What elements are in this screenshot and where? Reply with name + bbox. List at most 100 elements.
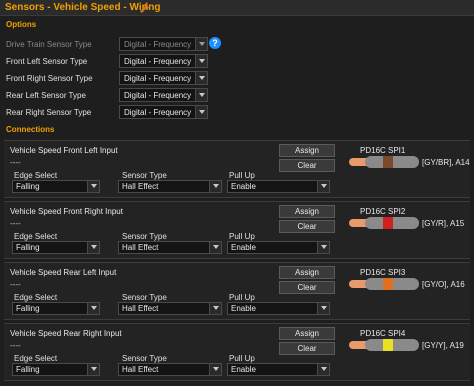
chevron-down-icon[interactable] <box>209 242 221 253</box>
connection-panel-rear-right: Vehicle Speed Rear Right Input ---- Edge… <box>4 323 470 381</box>
assign-button[interactable]: Assign <box>279 205 335 218</box>
connection-panel-front-left: Vehicle Speed Front Left Input ---- Edge… <box>4 140 470 198</box>
chevron-down-icon[interactable] <box>195 106 207 118</box>
select-value: Digital - Frequency <box>124 108 192 117</box>
option-row-rear-right: Rear Right Sensor Type Digital - Frequen… <box>0 105 474 120</box>
chevron-down-icon[interactable] <box>87 364 99 375</box>
front-left-sensor-type-select[interactable]: Digital - Frequency <box>119 54 208 68</box>
assigned-pin-value: ---- <box>10 158 21 167</box>
pull-up-dropdown[interactable]: Enable <box>227 241 330 254</box>
option-row-rear-left: Rear Left Sensor Type Digital - Frequenc… <box>0 88 474 103</box>
clear-button[interactable]: Clear <box>279 342 335 355</box>
sensor-type-dropdown[interactable]: Hall Effect <box>118 241 222 254</box>
sensor-type-label: Sensor Type <box>122 354 167 363</box>
front-right-sensor-type-select[interactable]: Digital - Frequency <box>119 71 208 85</box>
select-value: Digital - Frequency <box>124 91 192 100</box>
connection-title: Vehicle Speed Front Left Input <box>10 146 118 155</box>
sensor-type-label: Sensor Type <box>122 293 167 302</box>
pull-up-dropdown[interactable]: Enable <box>227 180 330 193</box>
chevron-down-icon[interactable] <box>87 303 99 314</box>
chevron-down-icon[interactable] <box>209 364 221 375</box>
chevron-down-icon[interactable] <box>317 303 329 314</box>
pull-up-dropdown[interactable]: Enable <box>227 363 330 376</box>
select-value: Falling <box>16 243 40 252</box>
select-value: Falling <box>16 365 40 374</box>
assign-button[interactable]: Assign <box>279 266 335 279</box>
wire-graphic <box>349 339 419 351</box>
chevron-down-icon[interactable] <box>317 181 329 192</box>
assign-button[interactable]: Assign <box>279 327 335 340</box>
edge-select-dropdown[interactable]: Falling <box>12 363 100 376</box>
wire-graphic <box>349 278 419 290</box>
edge-select-label: Edge Select <box>14 232 58 241</box>
help-icon[interactable]: ? <box>209 37 221 49</box>
drive-train-sensor-type-select[interactable]: Digital - Frequency <box>119 37 208 51</box>
sensor-type-label: Sensor Type <box>122 232 167 241</box>
assigned-pin-value: ---- <box>10 219 21 228</box>
option-row-front-right: Front Right Sensor Type Digital - Freque… <box>0 71 474 86</box>
chevron-down-icon[interactable] <box>209 181 221 192</box>
sensor-type-label: Sensor Type <box>122 171 167 180</box>
select-value: Enable <box>231 304 256 313</box>
pin-reference: [GY/R], A15 <box>422 219 465 228</box>
select-value: Digital - Frequency <box>124 40 192 49</box>
select-value: Enable <box>231 365 256 374</box>
pull-up-label: Pull Up <box>229 354 255 363</box>
title-bar: Sensors - Vehicle Speed - Wiring <box>0 0 474 16</box>
chevron-down-icon[interactable] <box>195 89 207 101</box>
select-value: Hall Effect <box>122 304 159 313</box>
clear-button[interactable]: Clear <box>279 220 335 233</box>
sensor-type-dropdown[interactable]: Hall Effect <box>118 363 222 376</box>
pull-up-label: Pull Up <box>229 171 255 180</box>
edge-select-dropdown[interactable]: Falling <box>12 241 100 254</box>
chevron-down-icon[interactable] <box>87 242 99 253</box>
option-label: Drive Train Sensor Type <box>6 40 92 49</box>
select-value: Enable <box>231 182 256 191</box>
sensor-type-dropdown[interactable]: Hall Effect <box>118 180 222 193</box>
chevron-down-icon[interactable] <box>317 364 329 375</box>
sensor-type-dropdown[interactable]: Hall Effect <box>118 302 222 315</box>
assign-button[interactable]: Assign <box>279 144 335 157</box>
pull-up-dropdown[interactable]: Enable <box>227 302 330 315</box>
connection-panel-front-right: Vehicle Speed Front Right Input ---- Edg… <box>4 201 470 259</box>
chevron-down-icon[interactable] <box>195 72 207 84</box>
select-value: Falling <box>16 182 40 191</box>
edge-select-dropdown[interactable]: Falling <box>12 302 100 315</box>
chevron-down-icon[interactable] <box>195 38 207 50</box>
connections-section-label: Connections <box>6 125 55 134</box>
option-row-front-left: Front Left Sensor Type Digital - Frequen… <box>0 54 474 69</box>
chevron-down-icon[interactable] <box>87 181 99 192</box>
connection-title: Vehicle Speed Rear Right Input <box>10 329 122 338</box>
clear-button[interactable]: Clear <box>279 281 335 294</box>
edge-select-dropdown[interactable]: Falling <box>12 180 100 193</box>
option-label: Front Left Sensor Type <box>6 57 88 66</box>
assigned-pin-value: ---- <box>10 341 21 350</box>
options-section-label: Options <box>6 20 37 29</box>
wrench-icon <box>138 1 152 17</box>
option-label: Rear Left Sensor Type <box>6 91 86 100</box>
select-value: Digital - Frequency <box>124 57 192 66</box>
chevron-down-icon[interactable] <box>209 303 221 314</box>
wire-graphic <box>349 156 419 168</box>
option-label: Front Right Sensor Type <box>6 74 93 83</box>
option-row-drive-train: Drive Train Sensor Type Digital - Freque… <box>0 37 474 52</box>
rear-left-sensor-type-select[interactable]: Digital - Frequency <box>119 88 208 102</box>
pin-reference: [GY/O], A16 <box>422 280 465 289</box>
edge-select-label: Edge Select <box>14 293 58 302</box>
select-value: Falling <box>16 304 40 313</box>
select-value: Hall Effect <box>122 243 159 252</box>
connection-panel-rear-left: Vehicle Speed Rear Left Input ---- Edge … <box>4 262 470 320</box>
select-value: Hall Effect <box>122 365 159 374</box>
select-value: Enable <box>231 243 256 252</box>
wire-graphic <box>349 217 419 229</box>
option-label: Rear Right Sensor Type <box>6 108 92 117</box>
pull-up-label: Pull Up <box>229 293 255 302</box>
chevron-down-icon[interactable] <box>317 242 329 253</box>
rear-right-sensor-type-select[interactable]: Digital - Frequency <box>119 105 208 119</box>
assigned-pin-value: ---- <box>10 280 21 289</box>
pin-reference: [GY/Y], A19 <box>422 341 464 350</box>
clear-button[interactable]: Clear <box>279 159 335 172</box>
select-value: Digital - Frequency <box>124 74 192 83</box>
chevron-down-icon[interactable] <box>195 55 207 67</box>
connection-title: Vehicle Speed Front Right Input <box>10 207 123 216</box>
